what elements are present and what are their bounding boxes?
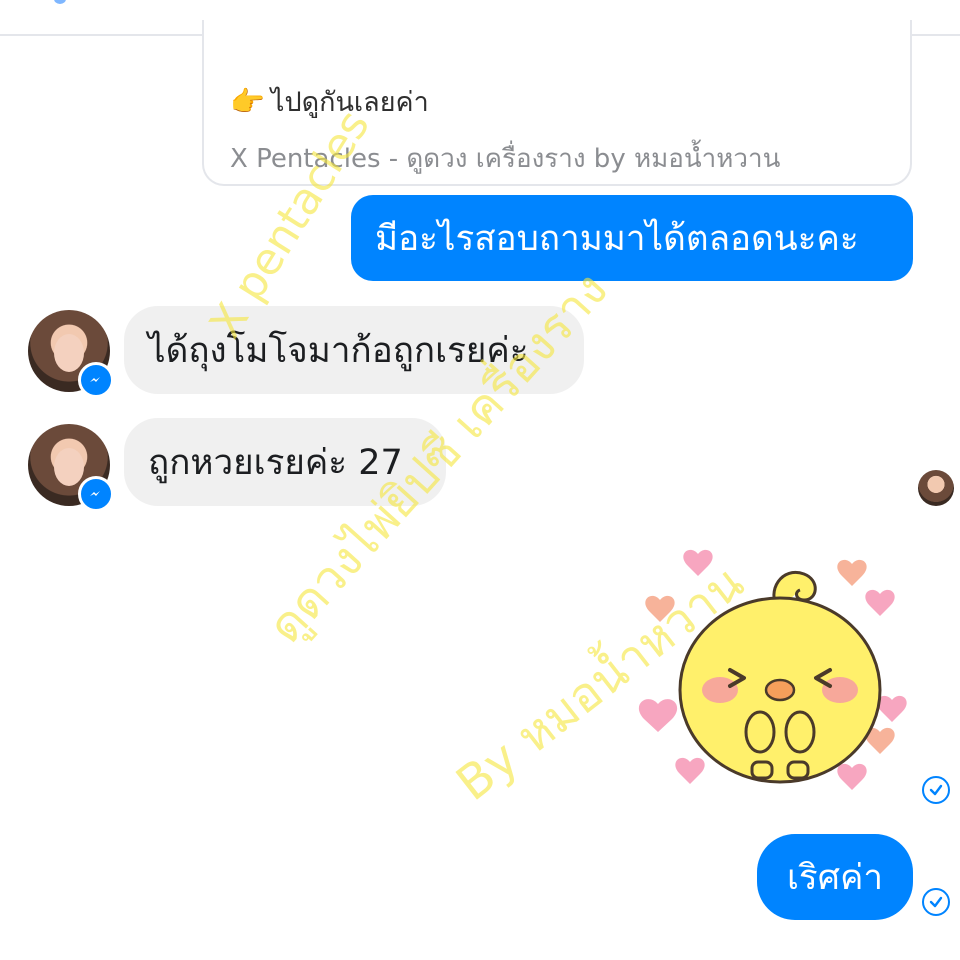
chick-sticker[interactable] xyxy=(630,540,930,800)
message-text: ถูกหวยเรยค่ะ 27 xyxy=(148,442,403,483)
link-preview-card[interactable]: 👉 ไปดูกันเลยค่า X Pentacles - ดูดวง เครื… xyxy=(202,20,912,186)
link-preview-title: ไปดูกันเลยค่า xyxy=(270,87,429,118)
outgoing-message-bubble[interactable]: มีอะไรสอบถามมาได้ตลอดนะคะ xyxy=(351,195,913,281)
message-text: มีอะไรสอบถามมาได้ตลอดนะคะ xyxy=(375,218,859,259)
delivered-check-icon xyxy=(922,776,950,804)
incoming-message-bubble[interactable]: ถูกหวยเรยค่ะ 27 xyxy=(124,418,446,506)
link-preview-title-row: 👉 ไปดูกันเลยค่า xyxy=(230,80,429,123)
messenger-badge-icon xyxy=(78,476,114,512)
delivered-check-icon xyxy=(922,888,950,916)
outgoing-message-bubble[interactable]: เริศค่า xyxy=(757,834,913,920)
pointing-hand-icon: 👉 xyxy=(230,85,265,118)
top-edge-icon-fragment xyxy=(54,0,66,4)
link-preview-subtitle: X Pentacles - ดูดวง เครื่องราง by หมอน้ำ… xyxy=(230,144,781,174)
incoming-message-bubble[interactable]: ได้ถุงโมโจมาก้อถูกเรยค่ะ xyxy=(124,306,584,394)
messenger-badge-icon xyxy=(78,362,114,398)
message-text: เริศค่า xyxy=(786,857,884,898)
seen-by-avatar xyxy=(918,470,954,506)
message-text: ได้ถุงโมโจมาก้อถูกเรยค่ะ xyxy=(148,330,529,371)
